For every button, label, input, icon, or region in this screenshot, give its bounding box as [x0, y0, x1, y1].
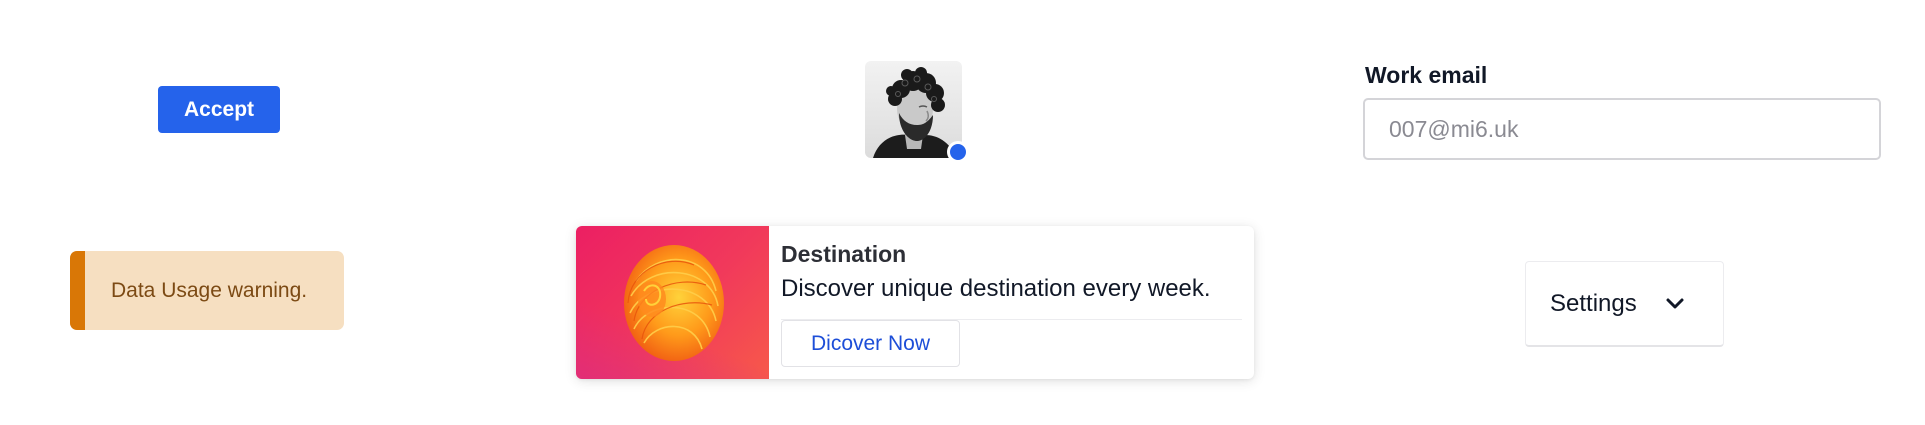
alert-message: Data Usage warning.: [111, 278, 308, 302]
card-description: Discover unique destination every week.: [781, 275, 1211, 302]
accept-button[interactable]: Accept: [158, 86, 280, 133]
discover-now-button[interactable]: Dicover Now: [781, 320, 960, 367]
avatar[interactable]: [865, 61, 969, 163]
portrait-avatar-image: [865, 61, 962, 158]
settings-dropdown-label: Settings: [1550, 289, 1637, 317]
abstract-swirl-image: [624, 245, 724, 361]
card-body: Destination Discover unique destination …: [769, 226, 1254, 379]
email-field[interactable]: [1363, 98, 1881, 160]
card-title: Destination: [781, 241, 907, 267]
settings-dropdown[interactable]: Settings: [1525, 261, 1724, 347]
email-field-label: Work email: [1365, 62, 1488, 88]
alert-accent-bar: [70, 251, 85, 330]
warning-alert: Data Usage warning.: [70, 251, 344, 330]
destination-card: Destination Discover unique destination …: [576, 226, 1254, 379]
online-status-dot: [947, 141, 969, 163]
chevron-down-icon: [1665, 297, 1685, 311]
card-image: [576, 226, 769, 379]
